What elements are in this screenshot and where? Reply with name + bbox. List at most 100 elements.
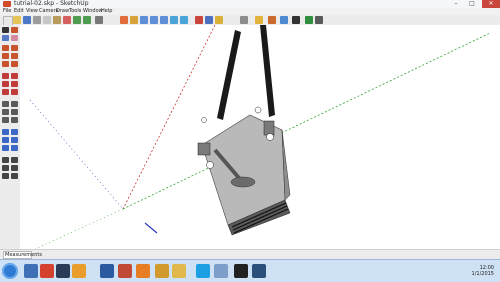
section-plane-icon[interactable] <box>11 157 18 163</box>
orbit-icon[interactable] <box>120 16 128 24</box>
folder-icon[interactable] <box>172 264 186 278</box>
red-axis <box>122 25 216 210</box>
copy-icon[interactable] <box>43 16 51 24</box>
misc-icon[interactable] <box>2 173 9 179</box>
pan-icon[interactable] <box>130 16 138 24</box>
tape-measure-icon[interactable] <box>2 101 9 107</box>
save-icon[interactable] <box>23 16 31 24</box>
sketchup-app-icon <box>3 1 11 7</box>
chrome-icon[interactable] <box>40 264 54 278</box>
maximize-button[interactable]: □ <box>464 0 480 8</box>
components-icon[interactable] <box>205 16 213 24</box>
push-pull-icon[interactable] <box>11 73 18 79</box>
status-bar: Measurements <box>0 249 500 259</box>
3d-text-icon[interactable] <box>11 117 18 123</box>
photoshop-icon[interactable] <box>252 264 266 278</box>
follow-me-icon[interactable] <box>11 81 18 87</box>
system-tray: 12:00 1/1/2015 <box>436 263 496 279</box>
paint-bucket-icon[interactable] <box>2 35 9 41</box>
menu-edit[interactable]: Edit <box>14 8 24 15</box>
explorer-icon[interactable] <box>24 264 38 278</box>
offset-icon[interactable] <box>11 89 18 95</box>
cmd-icon[interactable] <box>234 264 248 278</box>
menu-window[interactable]: Window <box>83 8 103 15</box>
windows-taskbar: 12:00 1/1/2015 <box>0 259 500 282</box>
pan-tool-icon[interactable] <box>11 129 18 135</box>
paint-icon[interactable] <box>155 264 169 278</box>
next-icon[interactable] <box>180 16 188 24</box>
redo-icon[interactable] <box>83 16 91 24</box>
minimize-button[interactable]: – <box>448 0 464 8</box>
paste-icon[interactable] <box>53 16 61 24</box>
erase-icon[interactable] <box>63 16 71 24</box>
menu-file[interactable]: File <box>3 8 11 15</box>
zoom-extents-icon[interactable] <box>160 16 168 24</box>
scale-icon[interactable] <box>2 89 9 95</box>
section-icon[interactable] <box>280 16 288 24</box>
rotate-icon[interactable] <box>2 81 9 87</box>
menu-draw[interactable]: Draw <box>56 8 69 15</box>
make-component-icon[interactable] <box>11 27 18 33</box>
menu-tools[interactable]: Tools <box>69 8 81 15</box>
menu-help[interactable]: Help <box>101 8 112 15</box>
green-axis-dash <box>34 208 124 249</box>
arc-icon[interactable] <box>11 53 18 59</box>
previous-icon[interactable] <box>170 16 178 24</box>
clock[interactable]: 12:00 1/1/2015 <box>472 265 494 277</box>
eraser-icon[interactable] <box>11 35 18 41</box>
model-canvas <box>29 25 491 249</box>
materials-icon[interactable] <box>195 16 203 24</box>
word-icon[interactable] <box>100 264 114 278</box>
zoom-icon[interactable] <box>140 16 148 24</box>
style-icon[interactable] <box>292 16 300 24</box>
notepad-icon[interactable] <box>214 264 228 278</box>
zoom-tool-icon[interactable] <box>2 137 9 143</box>
open-icon[interactable] <box>13 16 21 24</box>
move-icon[interactable] <box>2 73 9 79</box>
close-button[interactable]: ✕ <box>482 0 500 8</box>
zoom-window-tool-icon[interactable] <box>11 137 18 143</box>
line-icon[interactable] <box>11 45 18 51</box>
tool-palette <box>0 25 21 249</box>
measurements-box[interactable]: Measurements <box>3 251 42 259</box>
blue-axis <box>144 222 158 234</box>
right-strap <box>260 25 275 117</box>
left-strap <box>217 30 241 120</box>
shadow-icon[interactable] <box>315 16 323 24</box>
extension-icon[interactable] <box>240 16 248 24</box>
menu-view[interactable]: View <box>26 8 38 15</box>
sketchup-icon[interactable] <box>118 264 132 278</box>
freehand-icon[interactable] <box>11 61 18 67</box>
misc-icon-2[interactable] <box>11 173 18 179</box>
protractor-icon[interactable] <box>2 109 9 115</box>
firefox-icon[interactable] <box>136 264 150 278</box>
position-camera-icon[interactable] <box>2 157 9 163</box>
print-icon[interactable] <box>95 16 103 24</box>
steam-icon[interactable] <box>56 264 70 278</box>
layer-icon[interactable] <box>255 16 263 24</box>
blue-axis-dash <box>29 99 124 210</box>
rectangle-icon[interactable] <box>2 45 9 51</box>
circle-icon[interactable] <box>2 53 9 59</box>
undo-icon[interactable] <box>73 16 81 24</box>
media-player-icon[interactable] <box>72 264 86 278</box>
skype-icon[interactable] <box>196 264 210 278</box>
orbit-tool-icon[interactable] <box>2 129 9 135</box>
look-around-icon[interactable] <box>11 145 18 151</box>
window-title: tutrial-02.skp - SketchUp <box>14 0 89 7</box>
start-button-icon[interactable] <box>2 263 18 279</box>
text-icon[interactable] <box>11 109 18 115</box>
warehouse-icon[interactable] <box>215 16 223 24</box>
look-icon[interactable] <box>2 165 9 171</box>
walk-icon[interactable] <box>2 145 9 151</box>
walk-tool-icon[interactable] <box>11 165 18 171</box>
paint-icon[interactable] <box>268 16 276 24</box>
polygon-icon[interactable] <box>2 61 9 67</box>
cut-icon[interactable] <box>33 16 41 24</box>
select-icon[interactable] <box>2 27 9 33</box>
axes-icon[interactable] <box>2 117 9 123</box>
geo-icon[interactable] <box>305 16 313 24</box>
3d-viewport[interactable] <box>20 25 500 249</box>
dimension-icon[interactable] <box>11 101 18 107</box>
zoom-window-icon[interactable] <box>150 16 158 24</box>
